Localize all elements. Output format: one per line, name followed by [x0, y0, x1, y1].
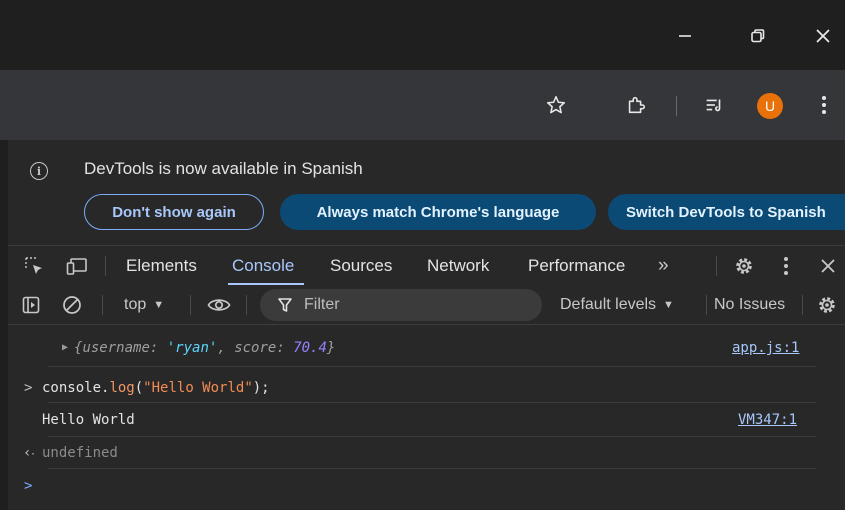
dont-show-again-button[interactable]: Don't show again	[84, 194, 264, 230]
kebab-menu-icon[interactable]	[806, 87, 842, 123]
bookmark-star-icon[interactable]	[538, 87, 574, 123]
dropdown-arrow-icon: ▼	[663, 299, 674, 311]
context-label: top	[124, 296, 147, 313]
switch-devtools-language-button[interactable]: Switch DevTools to Spanish	[608, 194, 845, 230]
source-link-app-js[interactable]: app.js:1	[732, 340, 799, 356]
toolbar-divider	[190, 295, 191, 315]
source-link-vm[interactable]: VM347:1	[738, 412, 797, 428]
restore-icon[interactable]	[740, 18, 776, 54]
issues-counter[interactable]: No Issues	[714, 286, 785, 324]
active-tab-indicator	[228, 283, 304, 285]
expand-triangle-icon[interactable]: ▶	[62, 342, 68, 353]
toolbar-divider	[102, 295, 103, 315]
code-paren-close: );	[252, 380, 270, 396]
live-expression-eye-icon[interactable]	[206, 286, 232, 324]
console-settings-gear-icon[interactable]	[814, 286, 840, 324]
return-dot-icon: ·	[30, 449, 37, 460]
object-key-username: username:	[82, 340, 159, 356]
filter-input[interactable]: Filter	[260, 289, 542, 321]
extensions-puzzle-icon[interactable]	[618, 87, 654, 123]
object-preview: {username: 'ryan', score: 70.4}	[74, 340, 335, 356]
input-prompt-chevron-icon: >	[24, 380, 33, 396]
info-icon: i	[30, 162, 48, 180]
tab-network[interactable]: Network	[427, 246, 489, 286]
console-input-line: > console.log("Hello World");	[8, 380, 816, 400]
console-return-line: ‹ · undefined	[8, 445, 816, 465]
object-comma: ,	[217, 340, 226, 356]
browser-toolbar	[0, 70, 845, 140]
tab-console[interactable]: Console	[232, 246, 294, 286]
console-object-message[interactable]: ▶ {username: 'ryan', score: 70.4}	[8, 340, 816, 360]
close-devtools-icon[interactable]	[816, 246, 840, 286]
prompt-chevron-icon: >	[24, 478, 33, 494]
message-divider	[48, 366, 816, 367]
settings-gear-icon[interactable]	[732, 246, 756, 286]
window-title-bar	[0, 0, 845, 70]
object-value-score: 70.4	[293, 340, 327, 356]
toolbar-divider	[802, 295, 803, 315]
more-tabs-chevron-icon[interactable]: »	[658, 246, 669, 286]
code-string: "Hello World"	[143, 380, 253, 396]
console-log-message[interactable]: Hello World	[8, 412, 816, 432]
close-icon[interactable]	[805, 18, 841, 54]
filter-funnel-icon	[278, 297, 292, 318]
code-paren-open: (	[134, 380, 144, 396]
toolbar-divider	[706, 295, 707, 315]
device-toolbar-icon[interactable]	[64, 246, 90, 286]
message-divider	[48, 402, 816, 403]
reading-list-icon[interactable]	[696, 87, 732, 123]
code-method: log	[109, 380, 135, 396]
context-selector[interactable]: top ▼	[124, 286, 164, 324]
tab-divider	[105, 256, 106, 276]
input-code: console.log("Hello World");	[42, 380, 270, 396]
message-divider	[48, 436, 816, 437]
customize-menu-icon[interactable]	[778, 246, 794, 286]
clear-console-icon[interactable]	[60, 286, 84, 324]
avatar[interactable]: U	[757, 93, 783, 119]
devtools-panel: i DevTools is now available in Spanish D…	[8, 140, 845, 510]
message-divider	[48, 468, 816, 469]
object-key-score: score:	[234, 340, 285, 356]
toolbar-separator	[676, 96, 677, 116]
language-infobar: i DevTools is now available in Spanish D…	[8, 140, 845, 244]
tab-performance[interactable]: Performance	[528, 246, 625, 286]
object-value-username: 'ryan'	[166, 340, 218, 356]
tab-elements[interactable]: Elements	[126, 246, 197, 286]
infobar-message: DevTools is now available in Spanish	[84, 159, 363, 178]
minimize-icon[interactable]	[667, 18, 703, 54]
devtools-tab-bar: Elements Console Sources Network Perform…	[8, 245, 845, 287]
object-brace-close: }	[326, 340, 336, 356]
always-match-language-button[interactable]: Always match Chrome's language	[280, 194, 596, 230]
tab-divider	[716, 256, 717, 276]
left-edge	[0, 140, 8, 510]
sidebar-toggle-icon[interactable]	[20, 286, 42, 324]
dropdown-arrow-icon: ▼	[153, 299, 165, 311]
log-output-text: Hello World	[42, 412, 135, 428]
log-levels-label: Default levels	[560, 296, 657, 313]
filter-placeholder: Filter	[304, 296, 340, 313]
log-levels-dropdown[interactable]: Default levels ▼	[560, 286, 674, 324]
toolbar-divider	[246, 295, 247, 315]
tab-sources[interactable]: Sources	[330, 246, 392, 286]
inspect-element-icon[interactable]	[22, 246, 46, 286]
console-toolbar: top ▼ Filter Default levels ▼ No Issues	[8, 286, 845, 325]
console-prompt-line[interactable]: >	[8, 478, 816, 498]
return-value: undefined	[42, 445, 118, 461]
code-object: console.	[42, 380, 110, 396]
